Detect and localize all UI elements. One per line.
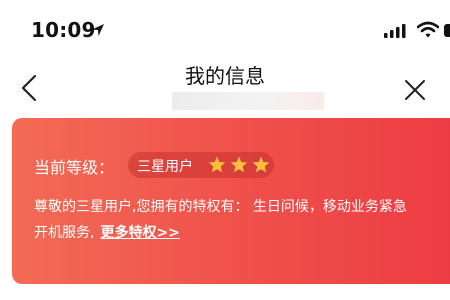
location-arrow-icon xyxy=(92,24,104,36)
screen: 10:09 我的信息 当前等级： 三星用户 尊敬的三星用户,您拥有的特权有： 生… xyxy=(0,0,450,300)
privilege-text-continued: 开机服务, xyxy=(34,225,95,241)
status-time: 10:09 xyxy=(31,18,96,42)
star-icon xyxy=(208,156,226,173)
close-icon[interactable] xyxy=(403,78,427,102)
page-title: 我的信息 xyxy=(185,64,265,88)
level-badge: 三星用户 xyxy=(128,152,274,178)
star-icon xyxy=(252,156,270,173)
privilege-text: 尊敬的三星用户,您拥有的特权有： 生日问候，移动业务紧急 xyxy=(34,199,407,215)
privilege-text-line-2: 开机服务, 更多特权>> xyxy=(34,220,450,246)
battery-icon xyxy=(444,24,450,37)
level-label: 当前等级： xyxy=(34,158,115,177)
star-icon xyxy=(230,156,248,173)
status-bar: 10:09 xyxy=(0,0,450,52)
nav-bar: 我的信息 xyxy=(0,52,450,112)
wifi-icon xyxy=(417,21,439,38)
star-rating xyxy=(208,156,270,173)
redacted-subtitle xyxy=(172,92,324,110)
more-privileges-link[interactable]: 更多特权>> xyxy=(100,225,179,241)
level-value: 三星用户 xyxy=(137,159,193,175)
membership-card: 当前等级： 三星用户 尊敬的三星用户,您拥有的特权有： 生日问候，移动业务紧急 … xyxy=(12,118,450,284)
signal-icon xyxy=(384,24,406,38)
